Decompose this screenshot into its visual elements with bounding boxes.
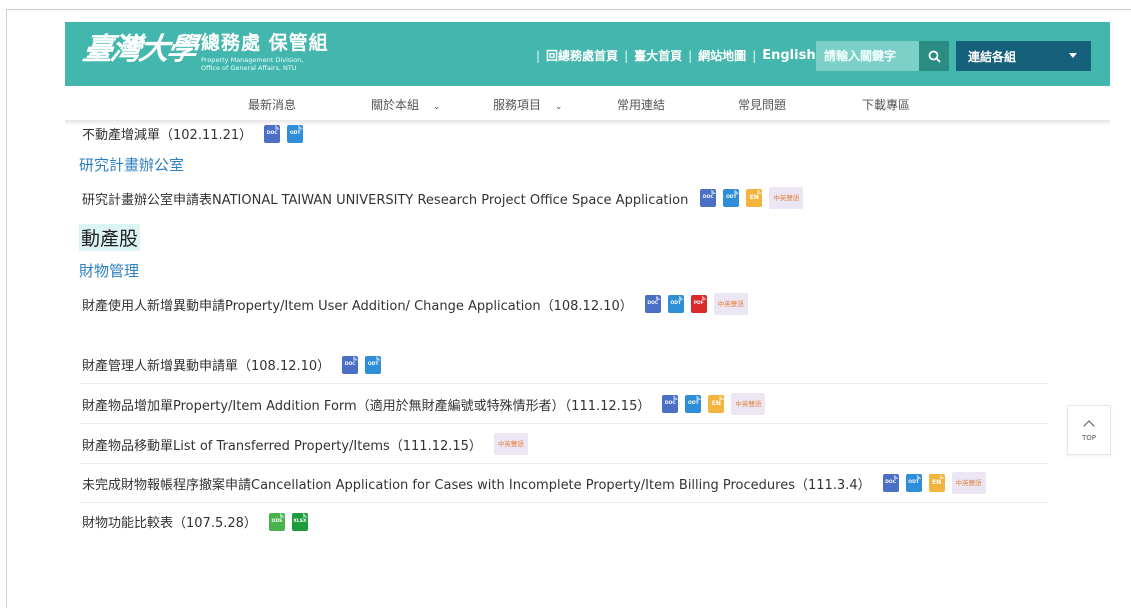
item-title: 財物功能比較表（107.5.28） (82, 516, 257, 531)
bilingual-badge[interactable]: 中英雙語 (731, 393, 766, 415)
odt-file-icon[interactable]: ODT (723, 189, 740, 207)
file-icons: DOC ODT EN 中英雙語 (700, 187, 804, 209)
download-content: 不動產增減單（102.11.21） DOC ODT 研究計畫辦公室 研究計畫辦公… (7, 10, 1131, 608)
file-icons: DOC ODT (342, 355, 388, 374)
browser-viewport: 臺灣大學 總務處 保管組 Property Management Divisio… (6, 9, 1131, 608)
odt-file-icon[interactable]: ODT (287, 124, 304, 143)
section-heading-movable: 動產股 (79, 224, 141, 251)
row-divider (79, 463, 1049, 464)
ods-file-icon[interactable]: ODS (268, 512, 285, 531)
file-icons: DOC ODT PDF 中英雙語 (644, 293, 748, 315)
row-divider (79, 502, 1049, 503)
odt-file-icon[interactable]: ODT (365, 355, 382, 374)
list-item: 未完成財物報帳程序撤案申請Cancellation Application fo… (82, 472, 986, 494)
odt-file-icon[interactable]: ODT (685, 395, 702, 413)
list-item: 財產物品移動單List of Transferred Property/Item… (82, 433, 528, 455)
en-file-icon[interactable]: EN (746, 189, 763, 207)
row-divider (79, 423, 1049, 424)
xlsx-file-icon[interactable]: XLSX (291, 512, 308, 531)
row-divider (79, 383, 1049, 384)
bilingual-badge[interactable]: 中英雙語 (493, 433, 528, 455)
top-label: TOP (1081, 434, 1096, 442)
odt-file-icon[interactable]: ODT (667, 295, 684, 313)
item-title: 研究計畫辦公室申請表NATIONAL TAIWAN UNIVERSITY Res… (82, 192, 689, 208)
bilingual-badge[interactable]: 中英雙語 (713, 293, 748, 315)
section-heading-research: 研究計畫辦公室 (79, 156, 185, 174)
odt-file-icon[interactable]: ODT (905, 474, 922, 492)
doc-file-icon[interactable]: DOC (700, 189, 717, 207)
list-item: 財產使用人新增異動申請Property/Item User Addition/ … (82, 293, 748, 315)
item-title: 財產管理人新增異動申請單（108.12.10） (82, 359, 331, 374)
file-icons: DOC ODT (264, 124, 310, 143)
en-file-icon[interactable]: EN (928, 474, 945, 492)
item-title: 不動產增減單（102.11.21） (82, 128, 253, 143)
en-file-icon[interactable]: EN (708, 395, 725, 413)
doc-file-icon[interactable]: DOC (342, 355, 359, 374)
file-icons: 中英雙語 (493, 433, 528, 455)
list-item: 財產物品增加單Property/Item Addition Form（適用於無財… (82, 393, 766, 415)
bilingual-badge[interactable]: 中英雙語 (769, 187, 804, 209)
pdf-file-icon[interactable]: PDF (690, 295, 707, 313)
doc-file-icon[interactable]: DOC (662, 395, 679, 413)
list-item: 財產管理人新增異動申請單（108.12.10） DOC ODT (82, 355, 388, 374)
chevron-up-icon (1083, 420, 1095, 432)
doc-file-icon[interactable]: DOC (264, 124, 281, 143)
doc-file-icon[interactable]: DOC (882, 474, 899, 492)
file-icons: DOC ODT EN 中英雙語 (662, 393, 766, 415)
item-title: 財產使用人新增異動申請Property/Item User Addition/ … (82, 298, 633, 314)
bilingual-badge[interactable]: 中英雙語 (951, 472, 986, 494)
back-to-top-button[interactable]: TOP (1067, 405, 1111, 455)
list-item: 財物功能比較表（107.5.28） ODS XLSX (82, 512, 315, 531)
item-title: 財產物品移動單List of Transferred Property/Item… (82, 438, 482, 454)
item-title: 財產物品增加單Property/Item Addition Form（適用於無財… (82, 398, 651, 414)
list-item: 不動產增減單（102.11.21） DOC ODT (82, 124, 310, 143)
file-icons: DOC ODT EN 中英雙語 (882, 472, 986, 494)
list-item: 研究計畫辦公室申請表NATIONAL TAIWAN UNIVERSITY Res… (82, 187, 804, 209)
doc-file-icon[interactable]: DOC (644, 295, 661, 313)
item-title: 未完成財物報帳程序撤案申請Cancellation Application fo… (82, 477, 871, 493)
file-icons: ODS XLSX (268, 512, 315, 531)
section-heading-property-mgmt: 財物管理 (79, 262, 140, 280)
